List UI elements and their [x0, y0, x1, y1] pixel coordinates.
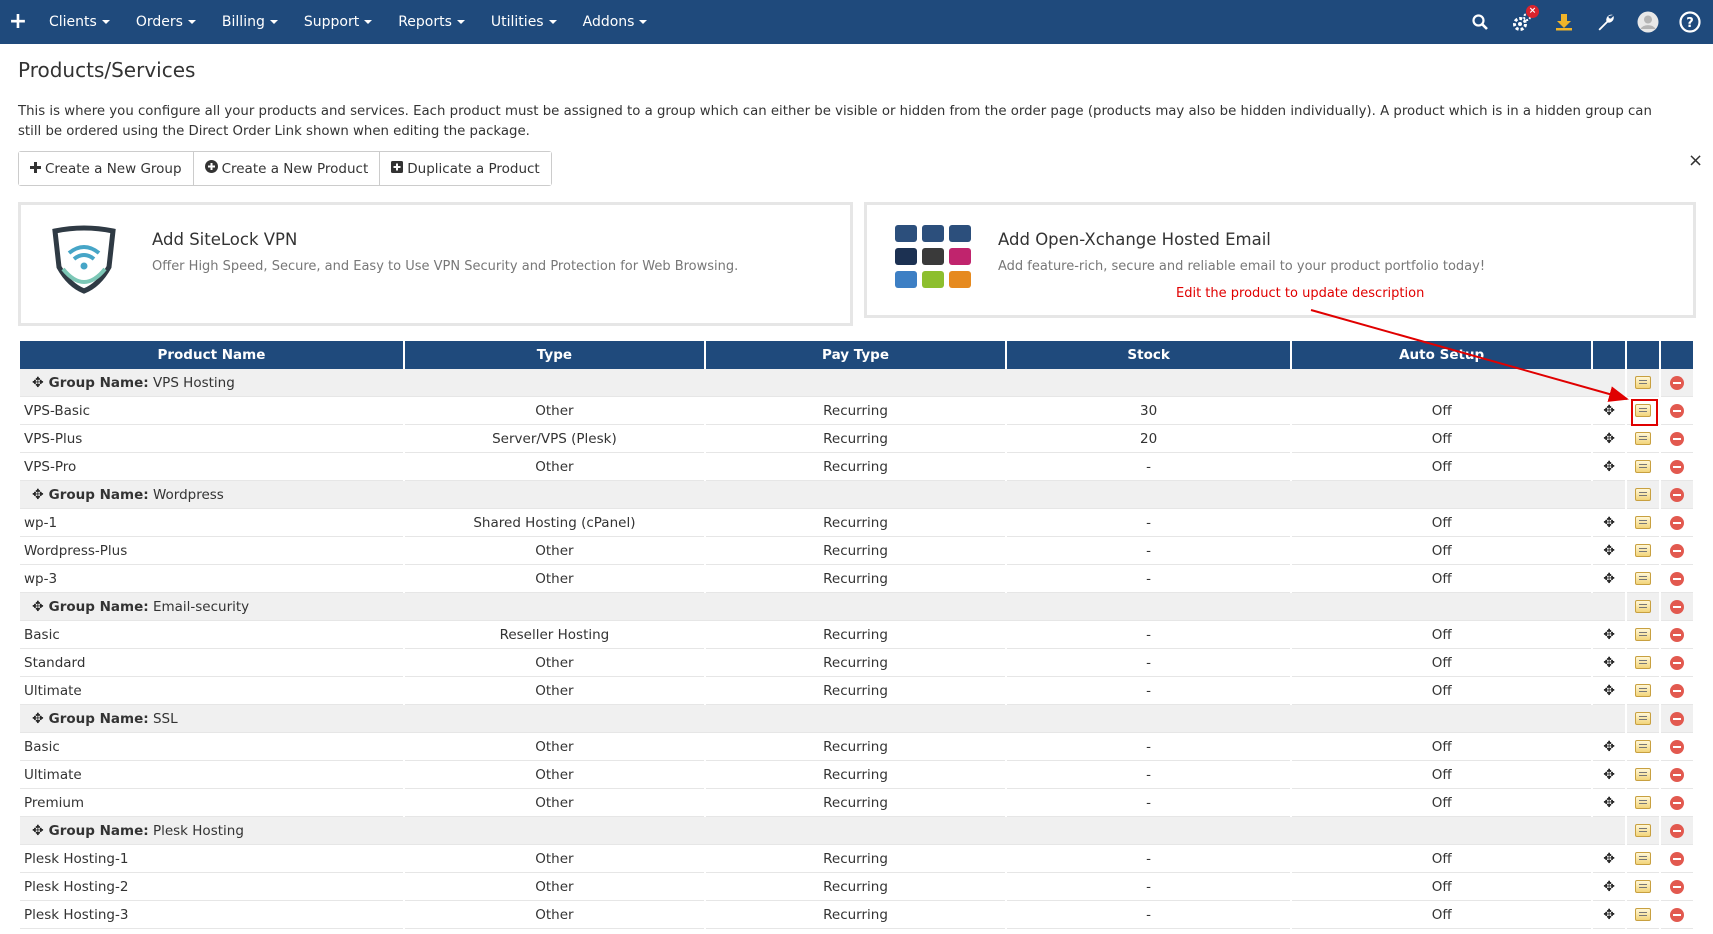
annotation-arrow: [1310, 309, 1629, 402]
